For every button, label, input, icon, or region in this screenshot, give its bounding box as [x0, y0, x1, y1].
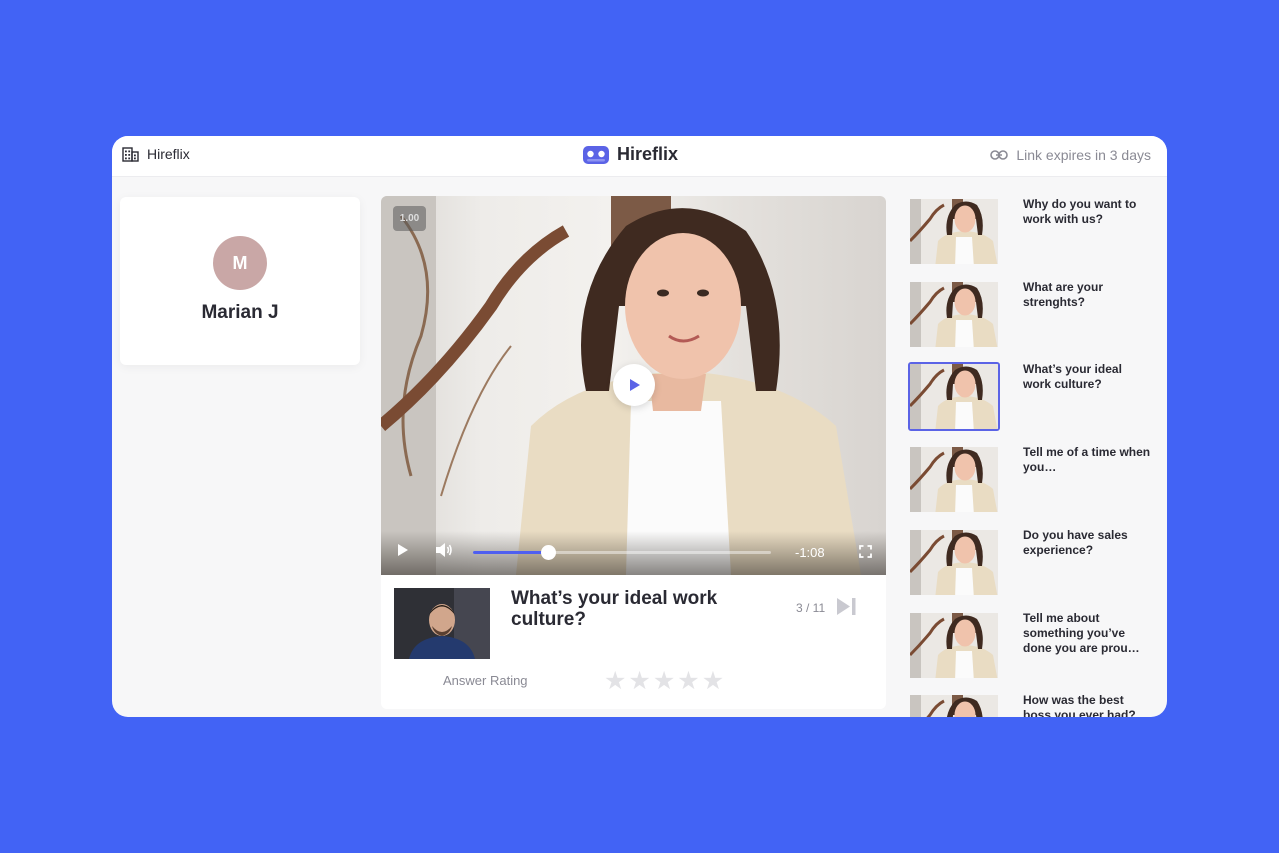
- playback-speed-badge[interactable]: 1.00: [393, 206, 426, 231]
- volume-button[interactable]: [435, 542, 453, 563]
- play-icon: [630, 379, 640, 391]
- question-text: Tell me of a time when you…: [1023, 445, 1151, 474]
- question-text: Tell me about something you’ve done you …: [1023, 611, 1140, 655]
- link-expiry: Link expires in 3 days: [990, 147, 1151, 163]
- star-icon[interactable]: ★: [677, 669, 699, 694]
- question-text: What’s your ideal work culture?: [1023, 362, 1122, 391]
- question-list: Why do you want to work with us? What ar…: [907, 197, 1167, 717]
- progress-handle[interactable]: [540, 545, 556, 560]
- answer-card: What’s your ideal work culture? 3 / 11 A…: [381, 575, 886, 709]
- question-item[interactable]: What are your strenghts?: [907, 280, 1167, 350]
- app-window: Hireflix Hireflix Link expires in 3 days…: [112, 136, 1167, 717]
- question-thumbnail[interactable]: [908, 445, 1000, 514]
- question-thumbnail[interactable]: [908, 197, 1000, 266]
- answer-rating-stars: ★ ★ ★ ★ ★: [604, 669, 724, 694]
- thumbnail-frame: [910, 447, 998, 512]
- company-name: Hireflix: [147, 146, 190, 162]
- candidate-card: M Marian J: [120, 197, 360, 365]
- play-icon: [398, 544, 408, 556]
- link-icon: [990, 150, 1009, 160]
- control-play-button[interactable]: [397, 543, 409, 562]
- question-thumbnail[interactable]: [908, 362, 1000, 431]
- question-counter: 3 / 11: [796, 601, 826, 615]
- expiry-text: Link expires in 3 days: [1016, 147, 1151, 163]
- question-item[interactable]: Tell me about something you’ve done you …: [907, 611, 1167, 681]
- progress-fill: [473, 551, 548, 554]
- star-icon[interactable]: ★: [653, 669, 675, 694]
- answer-rating-label: Answer Rating: [443, 673, 528, 688]
- thumbnail-frame: [910, 695, 998, 717]
- volume-icon: [436, 543, 452, 557]
- avatar: M: [213, 236, 267, 290]
- fullscreen-icon: [859, 545, 872, 558]
- thumbnail-frame: [910, 364, 998, 429]
- question-thumbnail[interactable]: [908, 611, 1000, 680]
- video-controls: -1:08: [381, 531, 886, 575]
- question-thumbnail[interactable]: [908, 693, 1000, 717]
- question-item[interactable]: How was the best boss you ever had?: [907, 693, 1167, 717]
- interviewer-video-thumbnail[interactable]: [394, 588, 490, 659]
- question-text: Why do you want to work with us?: [1023, 197, 1137, 226]
- question-text: How was the best boss you ever had?: [1023, 693, 1136, 717]
- progress-bar[interactable]: [473, 545, 771, 560]
- brand: Hireflix: [583, 144, 678, 165]
- brand-name: Hireflix: [617, 144, 679, 164]
- question-text: What are your strenghts?: [1023, 280, 1104, 309]
- fullscreen-button[interactable]: [859, 545, 872, 563]
- thumbnail-frame: [910, 282, 998, 347]
- time-remaining: -1:08: [795, 545, 825, 560]
- current-question: What’s your ideal work culture?: [511, 588, 718, 630]
- thumbnail-frame: [910, 530, 998, 595]
- star-icon[interactable]: ★: [702, 669, 724, 694]
- question-thumbnail[interactable]: [908, 528, 1000, 597]
- question-item[interactable]: Tell me of a time when you…: [907, 445, 1167, 515]
- question-thumbnail[interactable]: [908, 280, 1000, 349]
- next-question-button[interactable]: [836, 597, 857, 621]
- play-button[interactable]: [613, 364, 655, 406]
- question-item[interactable]: What’s your ideal work culture?: [907, 362, 1167, 432]
- company-info: Hireflix: [122, 146, 190, 162]
- building-icon: [122, 147, 139, 162]
- thumbnail-frame: [910, 199, 998, 264]
- thumbnail-frame: [910, 613, 998, 678]
- hireflix-logo-icon: [583, 145, 609, 164]
- question-item[interactable]: Do you have sales experience?: [907, 528, 1167, 598]
- skip-next-icon: [837, 598, 856, 615]
- top-bar: Hireflix Hireflix Link expires in 3 days: [112, 136, 1167, 177]
- star-icon[interactable]: ★: [604, 669, 626, 694]
- question-item[interactable]: Why do you want to work with us?: [907, 197, 1167, 267]
- star-icon[interactable]: ★: [628, 669, 650, 694]
- interviewer-frame: [394, 588, 490, 659]
- candidate-name: Marian J: [201, 302, 279, 323]
- question-text: Do you have sales experience?: [1023, 528, 1128, 557]
- video-player[interactable]: 1.00 -1:08: [381, 196, 886, 575]
